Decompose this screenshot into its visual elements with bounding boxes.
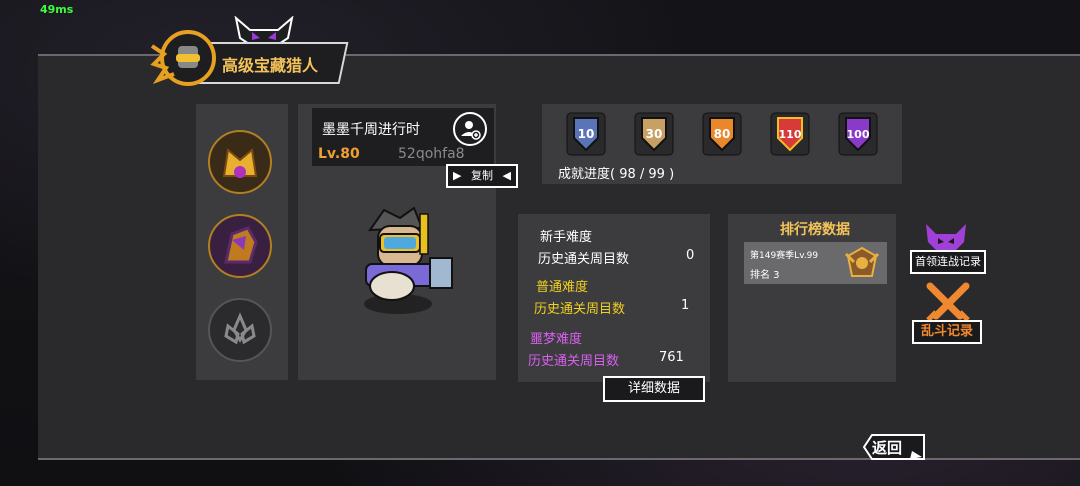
novice-title: 新手难度 — [540, 230, 593, 245]
shield-medal-icon: 10 — [566, 112, 606, 156]
achievement-progress: 成就进度( 98 / 99 ) — [558, 167, 675, 182]
medal-value: 110 — [779, 128, 802, 141]
medal-value: 30 — [646, 127, 663, 141]
shield-medal-icon: 110 — [770, 112, 810, 156]
medal-110[interactable]: 110 — [770, 112, 810, 156]
emblem-slot-1[interactable] — [208, 130, 272, 194]
rank-crest-icon — [844, 246, 880, 277]
medal-value: 80 — [714, 127, 731, 141]
crossed-swords-icon — [926, 282, 970, 322]
gold-crown-emblem-icon — [222, 148, 258, 178]
back-label: 返回 — [872, 439, 903, 457]
character-avatar — [364, 206, 453, 314]
nightmare-title: 噩梦难度 — [530, 332, 583, 347]
ranking-title: 排行榜数据 — [780, 222, 850, 238]
medal-80[interactable]: 80 — [702, 112, 742, 156]
medal-value: 100 — [847, 128, 870, 141]
ranking-season: 第149赛季Lv.99 — [750, 251, 819, 261]
detail-data-button[interactable]: 详细数据 — [603, 376, 705, 402]
novice-label: 历史通关周目数 — [538, 252, 630, 267]
ranking-position: 排名 3 — [750, 270, 780, 281]
play-right-icon: ◀ — [502, 169, 511, 182]
add-friend-icon — [461, 121, 481, 140]
player-title: 高级宝藏猎人 — [222, 56, 319, 75]
player-id: 52qohfa8 — [398, 146, 465, 162]
player-level: Lv.80 — [318, 146, 360, 162]
normal-label: 历史通关周目数 — [534, 302, 626, 317]
novice-value: 0 — [686, 248, 695, 263]
emblem-slot-2[interactable] — [208, 214, 272, 278]
ranking-panel — [728, 214, 896, 382]
player-name: 墨墨千周进行时 — [322, 122, 420, 138]
shield-medal-icon: 30 — [634, 112, 674, 156]
boss-record-button[interactable]: 首领连战记录 — [910, 250, 986, 274]
add-friend-button[interactable] — [453, 112, 487, 146]
dragon-emblem-icon — [224, 226, 258, 264]
fps-indicator: 49ms — [40, 3, 74, 16]
copy-label: 复制 — [471, 169, 493, 182]
normal-title: 普通难度 — [536, 280, 589, 295]
lotus-emblem-icon — [224, 312, 256, 345]
nightmare-value: 761 — [659, 350, 684, 365]
shield-medal-icon: 100 — [838, 112, 878, 156]
emblem-slot-3[interactable] — [208, 298, 272, 362]
medal-10[interactable]: 10 — [566, 112, 606, 156]
play-left-icon: ▶ — [453, 169, 462, 182]
nightmare-label: 历史通关周目数 — [528, 354, 620, 369]
medal-value: 10 — [578, 127, 595, 141]
shield-medal-icon: 80 — [702, 112, 742, 156]
brawl-record-button[interactable]: 乱斗记录 — [912, 320, 982, 344]
title-badge-icon — [150, 30, 216, 86]
normal-value: 1 — [681, 298, 690, 313]
medal-100[interactable]: 100 — [838, 112, 878, 156]
copy-id-button[interactable]: ▶ 复制 ◀ — [446, 164, 518, 188]
medal-30[interactable]: 30 — [634, 112, 674, 156]
